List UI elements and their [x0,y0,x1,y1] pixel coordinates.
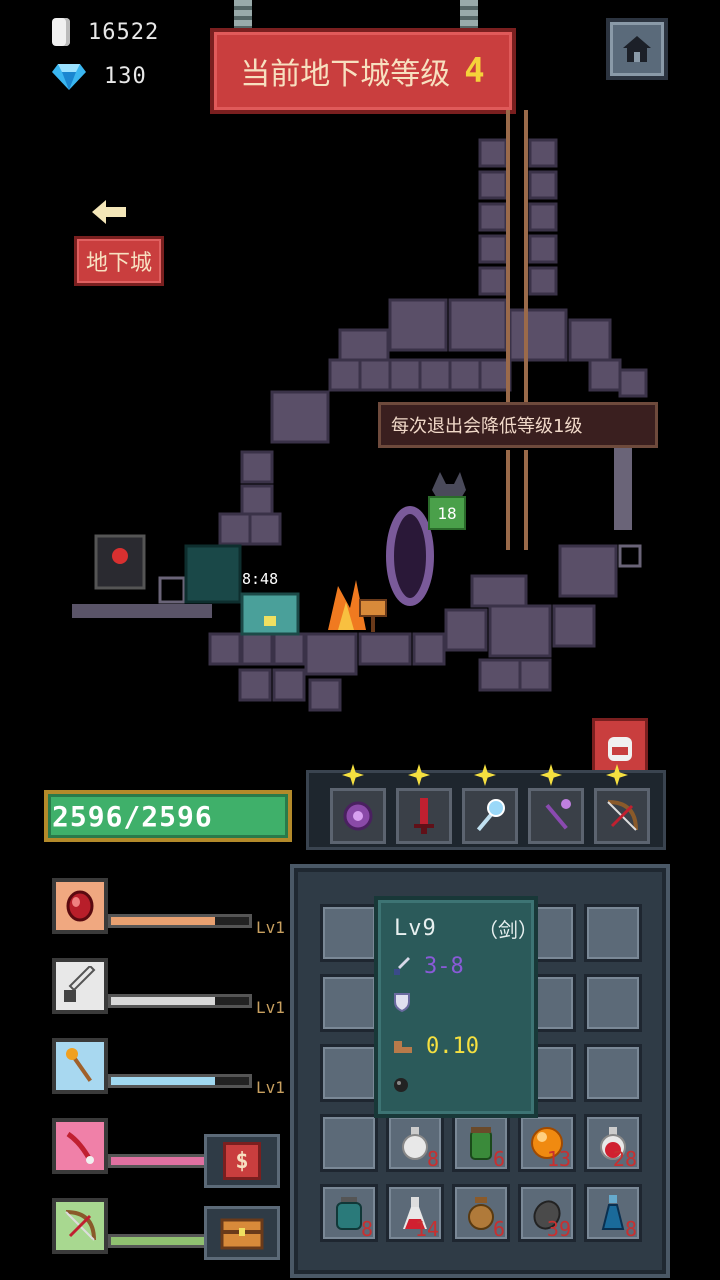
item-count: 39 [546,1217,571,1241]
weapon-slot[interactable] [528,788,584,844]
bomb-row [392,1074,412,1094]
inventory-slot[interactable]: 6 [452,1114,510,1172]
speed-value: 0.10 [426,1034,479,1059]
dungeon-level: 4 [464,51,486,91]
skill-progress-fill [111,997,215,1005]
chest-button[interactable] [204,1206,280,1260]
inventory-slot[interactable]: 8 [386,1114,444,1172]
skill-slot[interactable] [52,1118,108,1174]
health-bar: 2596/2596 [44,790,292,842]
chest-icon [220,1218,264,1250]
weapon-slot[interactable] [330,788,386,844]
health-value: 2596/2596 [52,799,213,833]
item-count: 13 [546,1147,571,1171]
enemy-level-badge: 18 [428,496,466,530]
purple-staff-icon [545,799,571,830]
shield-icon [394,993,410,1012]
equipment-toggle-button[interactable] [592,718,648,776]
bomb-icon [394,1078,408,1092]
item-count: 8 [426,1147,439,1171]
dungeon-level-banner: 当前地下城等级 4 [210,28,516,114]
item-tooltip: Lv9 （剑） 3-8 0.10 [374,896,538,1118]
speed-row: 0.10 [392,1034,479,1059]
inventory-slot[interactable] [584,1044,642,1102]
home-button[interactable] [606,18,668,80]
skill-progress-bar [108,914,252,928]
inventory-slot[interactable]: 6 [452,1184,510,1242]
item-level: Lv9 [394,916,437,941]
sword-icon [64,966,96,1002]
weapon-slot[interactable] [396,788,452,844]
item-count: 6 [492,1217,505,1241]
skill-level: Lv1 [256,918,285,937]
item-count: 28 [612,1147,637,1171]
item-count: 14 [414,1217,439,1241]
dagger-icon [394,956,410,975]
gem-count: 130 [104,63,147,89]
bow-icon [607,800,638,831]
ruby-icon [66,890,94,922]
weapon-slot[interactable] [594,788,650,844]
skill-level: Lv1 [256,998,285,1017]
skill-slot[interactable] [52,1038,108,1094]
inventory-slot[interactable]: 8 [320,1184,378,1242]
exit-penalty-tip: 每次退出会降低等级1级 [378,402,658,448]
skill-slot[interactable] [52,878,108,934]
item-count: 8 [360,1217,373,1241]
coin-icon [52,18,70,46]
attack-row: 3-8 [392,954,464,979]
item-type: （剑） [478,918,538,942]
inventory-slot[interactable]: 39 [518,1184,576,1242]
boot-icon [394,1040,412,1053]
skill-slot[interactable] [52,1198,108,1254]
inventory-slot[interactable] [584,974,642,1032]
chest-timer: 8:48 [242,570,279,588]
tip-text: 每次退出会降低等级1级 [391,416,583,437]
attack-value: 3-8 [424,954,464,979]
bow-icon [65,1210,96,1241]
item-count: 8 [624,1217,637,1241]
orb-icon [343,801,373,831]
item-count: 6 [492,1147,505,1171]
coin-count: 16522 [88,19,160,45]
inventory-slot[interactable]: 28 [584,1114,642,1172]
inventory-slot[interactable]: 14 [386,1184,444,1242]
weapon-slot[interactable] [462,788,518,844]
skill-progress-bar [108,994,252,1008]
defense-row [392,992,412,1012]
inventory-slot[interactable]: 13 [518,1114,576,1172]
staff-icon [66,1048,92,1082]
inventory-slot[interactable] [320,1114,378,1172]
shop-button[interactable]: $ [204,1134,280,1188]
home-icon [623,36,651,62]
skill-level: Lv1 [256,1078,285,1097]
inventory-slot[interactable] [320,904,378,962]
dollar-icon: $ [223,1142,261,1180]
coin-counter: 16522 [52,18,159,46]
inventory-slot[interactable] [320,1044,378,1102]
red-sword-icon [414,798,434,834]
skill-slot[interactable] [52,958,108,1014]
claw-icon [66,1131,94,1164]
inventory-slot[interactable] [584,904,642,962]
banner-label: 当前地下城等级 [240,57,451,92]
skill-progress-fill [111,917,215,925]
inventory-slot[interactable]: 8 [584,1184,642,1242]
diamond-icon [52,64,86,90]
skill-progress-bar [108,1074,252,1088]
inventory-slot[interactable] [320,974,378,1032]
skill-progress-fill [111,1077,215,1085]
backpack-icon [608,737,632,761]
ice-staff-icon [476,799,505,832]
gem-counter: 130 [52,62,147,90]
